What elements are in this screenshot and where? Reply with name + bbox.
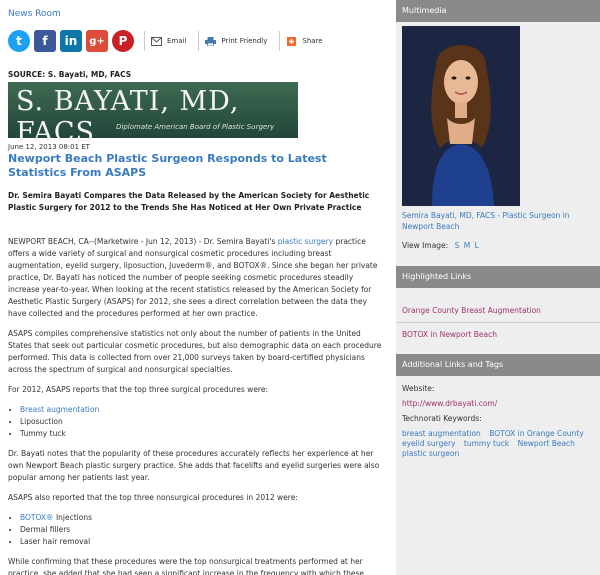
text: practice offers a wide variety of surgic…: [8, 237, 378, 318]
print-label: Print Friendly: [221, 37, 268, 45]
article-subhead: Dr. Semira Bayati Compares the Data Rele…: [8, 191, 370, 212]
list-item: Laser hair removal: [20, 536, 386, 548]
list-item: Dermal fillers: [20, 524, 386, 536]
pinterest-icon[interactable]: P: [112, 30, 134, 52]
tag-link[interactable]: eyelid surgery: [402, 439, 456, 448]
text: Injections: [53, 513, 93, 522]
tag-link[interactable]: tummy tuck: [464, 439, 509, 448]
size-s-link[interactable]: S: [455, 241, 460, 250]
orange-county-breast-augmentation-link[interactable]: Orange County Breast Augmentation: [396, 306, 600, 315]
company-logo: S. BAYATI, MD, FACS Diplomate American B…: [8, 82, 298, 148]
list-item: Liposuction: [20, 416, 386, 428]
printer-icon: [205, 36, 217, 46]
article-column: News Room t f in g+ P Email Print Friend…: [0, 0, 392, 575]
share-toolbar: t f in g+ P Email Print Friendly Share: [8, 28, 329, 54]
share-label: Share: [302, 37, 323, 45]
portrait-illustration: [402, 26, 520, 206]
list-item: Breast augmentation: [20, 404, 386, 416]
sidebar: Multimedia Semira Bayati, MD, FACS - Pla…: [396, 0, 600, 575]
newsroom-link[interactable]: News Room: [8, 9, 61, 19]
portrait-image[interactable]: [402, 26, 520, 206]
email-label: Email: [167, 37, 187, 45]
googleplus-icon[interactable]: g+: [86, 30, 108, 52]
view-image-row: View Image: S M L: [402, 241, 479, 250]
article-source: SOURCE: S. Bayati, MD, FACS: [8, 70, 132, 79]
website-label: Website:: [402, 384, 435, 393]
logo-subtitle: Diplomate American Board of Plastic Surg…: [116, 123, 275, 131]
article-date: June 12, 2013 08:01 ET: [8, 143, 90, 151]
twitter-icon[interactable]: t: [8, 30, 30, 52]
view-image-label: View Image:: [402, 241, 449, 250]
print-button[interactable]: Print Friendly: [205, 36, 268, 46]
paragraph: For 2012, ASAPS reports that the top thr…: [8, 385, 268, 394]
list-item: BOTOX® Injections: [20, 512, 386, 524]
botox-newport-beach-link[interactable]: BOTOX in Newport Beach: [396, 330, 600, 339]
breast-augmentation-link[interactable]: Breast augmentation: [20, 405, 99, 414]
page: News Room t f in g+ P Email Print Friend…: [0, 0, 600, 575]
share-button[interactable]: Share: [286, 36, 323, 46]
technorati-label: Technorati Keywords:: [402, 414, 482, 423]
surgical-list: Breast augmentation Liposuction Tummy tu…: [8, 404, 386, 440]
plastic-surgery-link[interactable]: plastic surgery: [278, 237, 333, 246]
tag-link[interactable]: BOTOX in Orange County: [489, 429, 583, 438]
linkedin-icon[interactable]: in: [60, 30, 82, 52]
highlighted-links-heading: Highlighted Links: [396, 266, 600, 288]
paragraph: Dr. Bayati notes that the popularity of …: [8, 449, 380, 482]
article-headline: Newport Beach Plastic Surgeon Responds t…: [8, 152, 327, 179]
tag-list: breast augmentation BOTOX in Orange Coun…: [396, 429, 592, 459]
paragraph: ASAPS compiles comprehensive statistics …: [8, 329, 382, 374]
additional-links-heading: Additional Links and Tags: [396, 354, 600, 376]
nonsurgical-list: BOTOX® Injections Dermal fillers Laser h…: [8, 512, 386, 548]
article-body: NEWPORT BEACH, CA--(Marketwire - Jun 12,…: [8, 236, 386, 575]
tag-link[interactable]: breast augmentation: [402, 429, 481, 438]
divider: [279, 31, 281, 51]
tag-link[interactable]: Newport Beach: [518, 439, 575, 448]
image-caption[interactable]: Semira Bayati, MD, FACS - Plastic Surgeo…: [402, 210, 592, 232]
highlighted-links-section: Highlighted Links Orange County Breast A…: [396, 266, 600, 339]
website-link[interactable]: http://www.drbayati.com/: [396, 399, 600, 408]
botox-link[interactable]: BOTOX®: [20, 513, 54, 522]
list-item: Tummy tuck: [20, 428, 386, 440]
tag-link[interactable]: plastic surgeon: [402, 449, 459, 458]
paragraph: ASAPS also reported that the top three n…: [8, 493, 298, 502]
logo-title: S. BAYATI, MD, FACS: [16, 86, 240, 148]
envelope-icon: [151, 36, 162, 46]
multimedia-heading: Multimedia: [396, 0, 600, 22]
text: NEWPORT BEACH, CA--(Marketwire - Jun 12,…: [8, 237, 278, 246]
facebook-icon[interactable]: f: [34, 30, 56, 52]
size-l-link[interactable]: L: [475, 241, 479, 250]
paragraph: NEWPORT BEACH, CA--(Marketwire - Jun 12,…: [8, 236, 386, 320]
email-button[interactable]: Email: [151, 36, 187, 46]
plus-share-icon: [287, 36, 297, 46]
divider: [198, 31, 200, 51]
paragraph: While confirming that these procedures w…: [8, 557, 365, 575]
additional-links-section: Additional Links and Tags Website: http:…: [396, 354, 600, 459]
divider: [144, 31, 145, 51]
size-m-link[interactable]: M: [464, 241, 470, 250]
